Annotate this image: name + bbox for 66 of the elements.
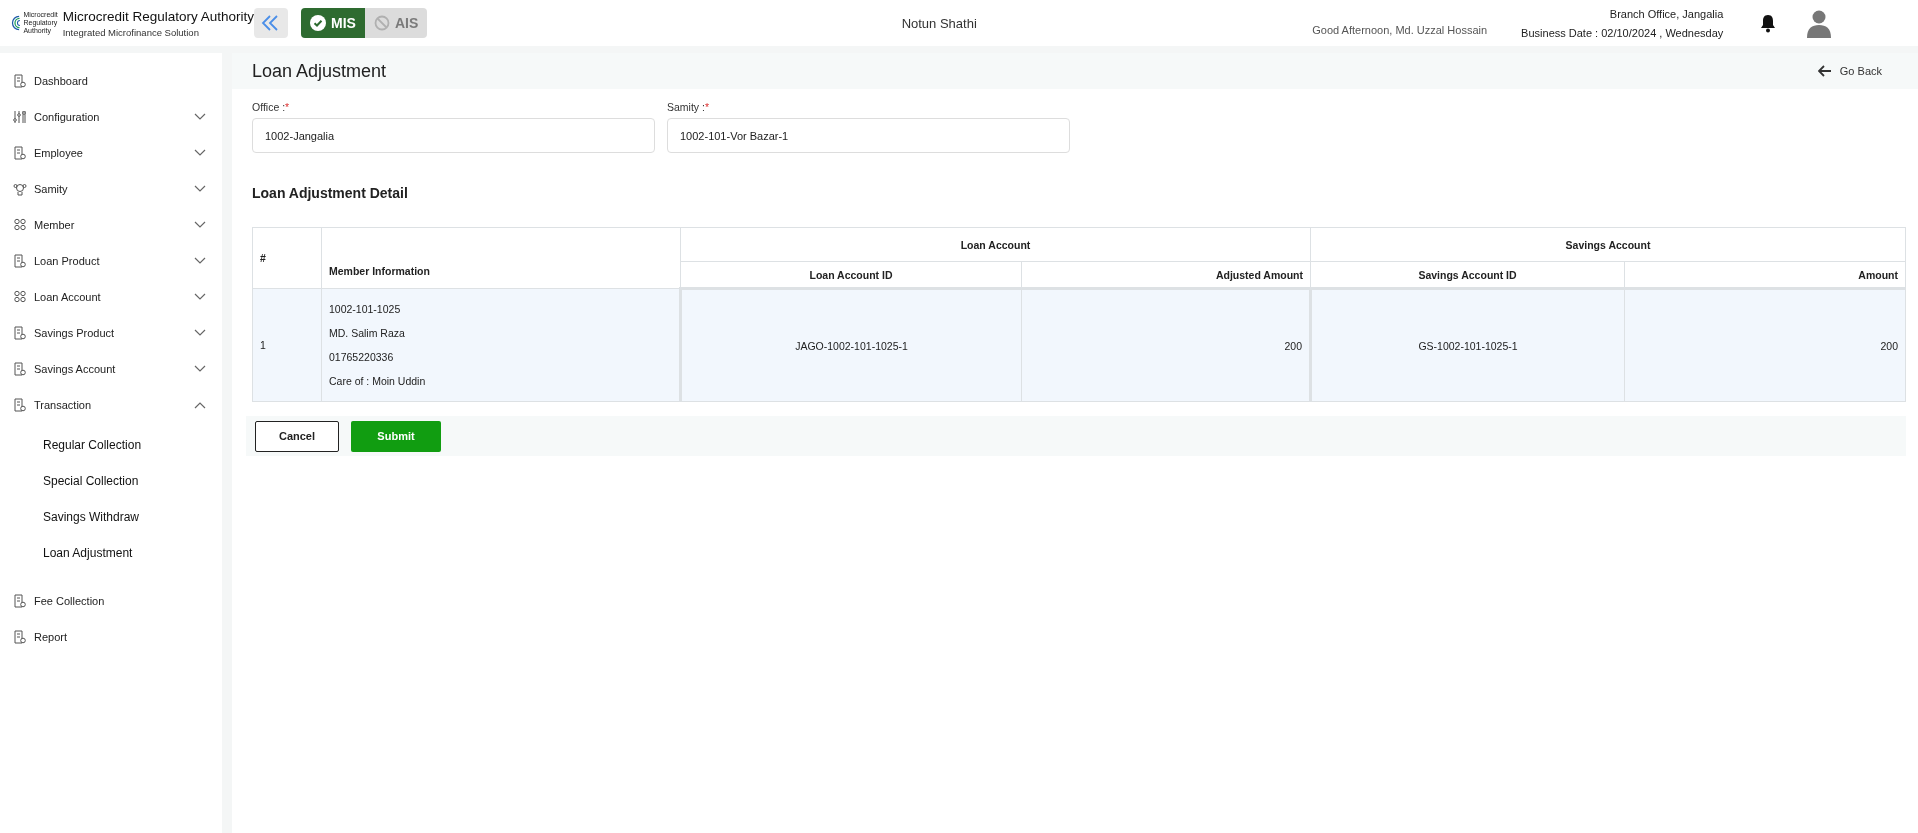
column-header: # (252, 227, 322, 289)
org-name: Microcredit Regulatory Authority (62, 8, 254, 24)
document-icon (13, 362, 27, 376)
greeting-text: Good Afternoon, Md. Uzzal Hossain (1312, 24, 1488, 36)
input-field[interactable]: 1002-Jangalia (252, 118, 655, 153)
arrow-left-icon (1817, 65, 1832, 77)
sidebar-item[interactable]: Loan Account (0, 279, 222, 315)
page-title: Loan Adjustment (252, 60, 387, 82)
member-info-text: 01765220336 (329, 350, 395, 365)
column-group-header: Loan Account (680, 227, 1311, 262)
sidebar-item[interactable]: Loan Product (0, 243, 222, 279)
table-cell: 1 (252, 288, 322, 402)
branch-name: Branch Office, Jangalia (1609, 7, 1724, 20)
sidebar-subitem[interactable]: Savings Withdraw (0, 499, 222, 535)
sidebar-item[interactable]: Employee (0, 135, 222, 171)
notification-bell-icon[interactable] (1759, 13, 1778, 33)
table-cell: JAGO-1002-101-1025-1 (680, 288, 1022, 402)
sidebar-subitem[interactable]: Loan Adjustment (0, 535, 222, 571)
submit-button[interactable]: Submit (351, 420, 441, 452)
column-group-header: Savings Account (1310, 227, 1906, 262)
sidebar-item[interactable]: Savings Account (0, 351, 222, 387)
sidebar-item[interactable]: Fee Collection (0, 583, 222, 619)
people-icon (13, 290, 27, 304)
document-icon (13, 74, 27, 88)
field-label: Office :* (252, 101, 291, 113)
table-cell: 200 (1624, 288, 1906, 402)
go-back-button[interactable]: Go Back (1811, 64, 1888, 78)
sliders-icon (13, 110, 27, 124)
column-header: Adjusted Amount (1021, 261, 1311, 289)
member-info-text: MD. Salim Raza (329, 326, 406, 341)
sidebar-subitem[interactable]: Regular Collection (0, 427, 222, 463)
app-name: Notun Shathi (900, 15, 978, 31)
table-cell: 200 (1021, 288, 1311, 402)
column-header: Savings Account ID (1310, 261, 1625, 289)
sidebar-item[interactable]: Report (0, 619, 222, 655)
column-header: Amount (1624, 261, 1906, 289)
member-info-text: Care of : Moin Uddin (329, 374, 427, 389)
business-date: Business Date : 02/10/2024 , Wednesday (1521, 26, 1724, 39)
document-icon (13, 326, 27, 340)
sidebar-item[interactable]: Savings Product (0, 315, 222, 351)
table-cell: GS-1002-101-1025-1 (1310, 288, 1625, 402)
sidebar-item[interactable]: Transaction (0, 387, 222, 423)
column-header: Loan Account ID (680, 261, 1022, 289)
document-icon (13, 254, 27, 268)
people-icon (13, 218, 27, 232)
document-icon (13, 146, 27, 160)
prohibited-icon (373, 15, 390, 31)
document-icon (13, 594, 27, 608)
member-info-text: 1002-101-1025 (329, 302, 402, 317)
sidebar-item[interactable]: Member (0, 207, 222, 243)
document-icon (13, 630, 27, 644)
section-title: Loan Adjustment Detail (252, 185, 409, 201)
document-icon (13, 398, 27, 412)
org-subtitle: Integrated Microfinance Solution (62, 26, 200, 38)
sidebar-subitem[interactable]: Special Collection (0, 463, 222, 499)
group-icon (13, 182, 27, 196)
sidebar-item[interactable]: Configuration (0, 99, 222, 135)
input-field[interactable]: 1002-101-Vor Bazar-1 (667, 118, 1070, 153)
column-header: Member Information (321, 227, 681, 289)
mode-tab[interactable]: MIS (301, 8, 365, 38)
check-circle-icon (310, 15, 326, 31)
field-label: Samity :* (667, 101, 711, 113)
sidebar-item[interactable]: Dashboard (0, 63, 222, 99)
cancel-button[interactable]: Cancel (255, 420, 339, 452)
sidebar-item[interactable]: Samity (0, 171, 222, 207)
collapse-sidebar-button[interactable] (254, 8, 288, 38)
